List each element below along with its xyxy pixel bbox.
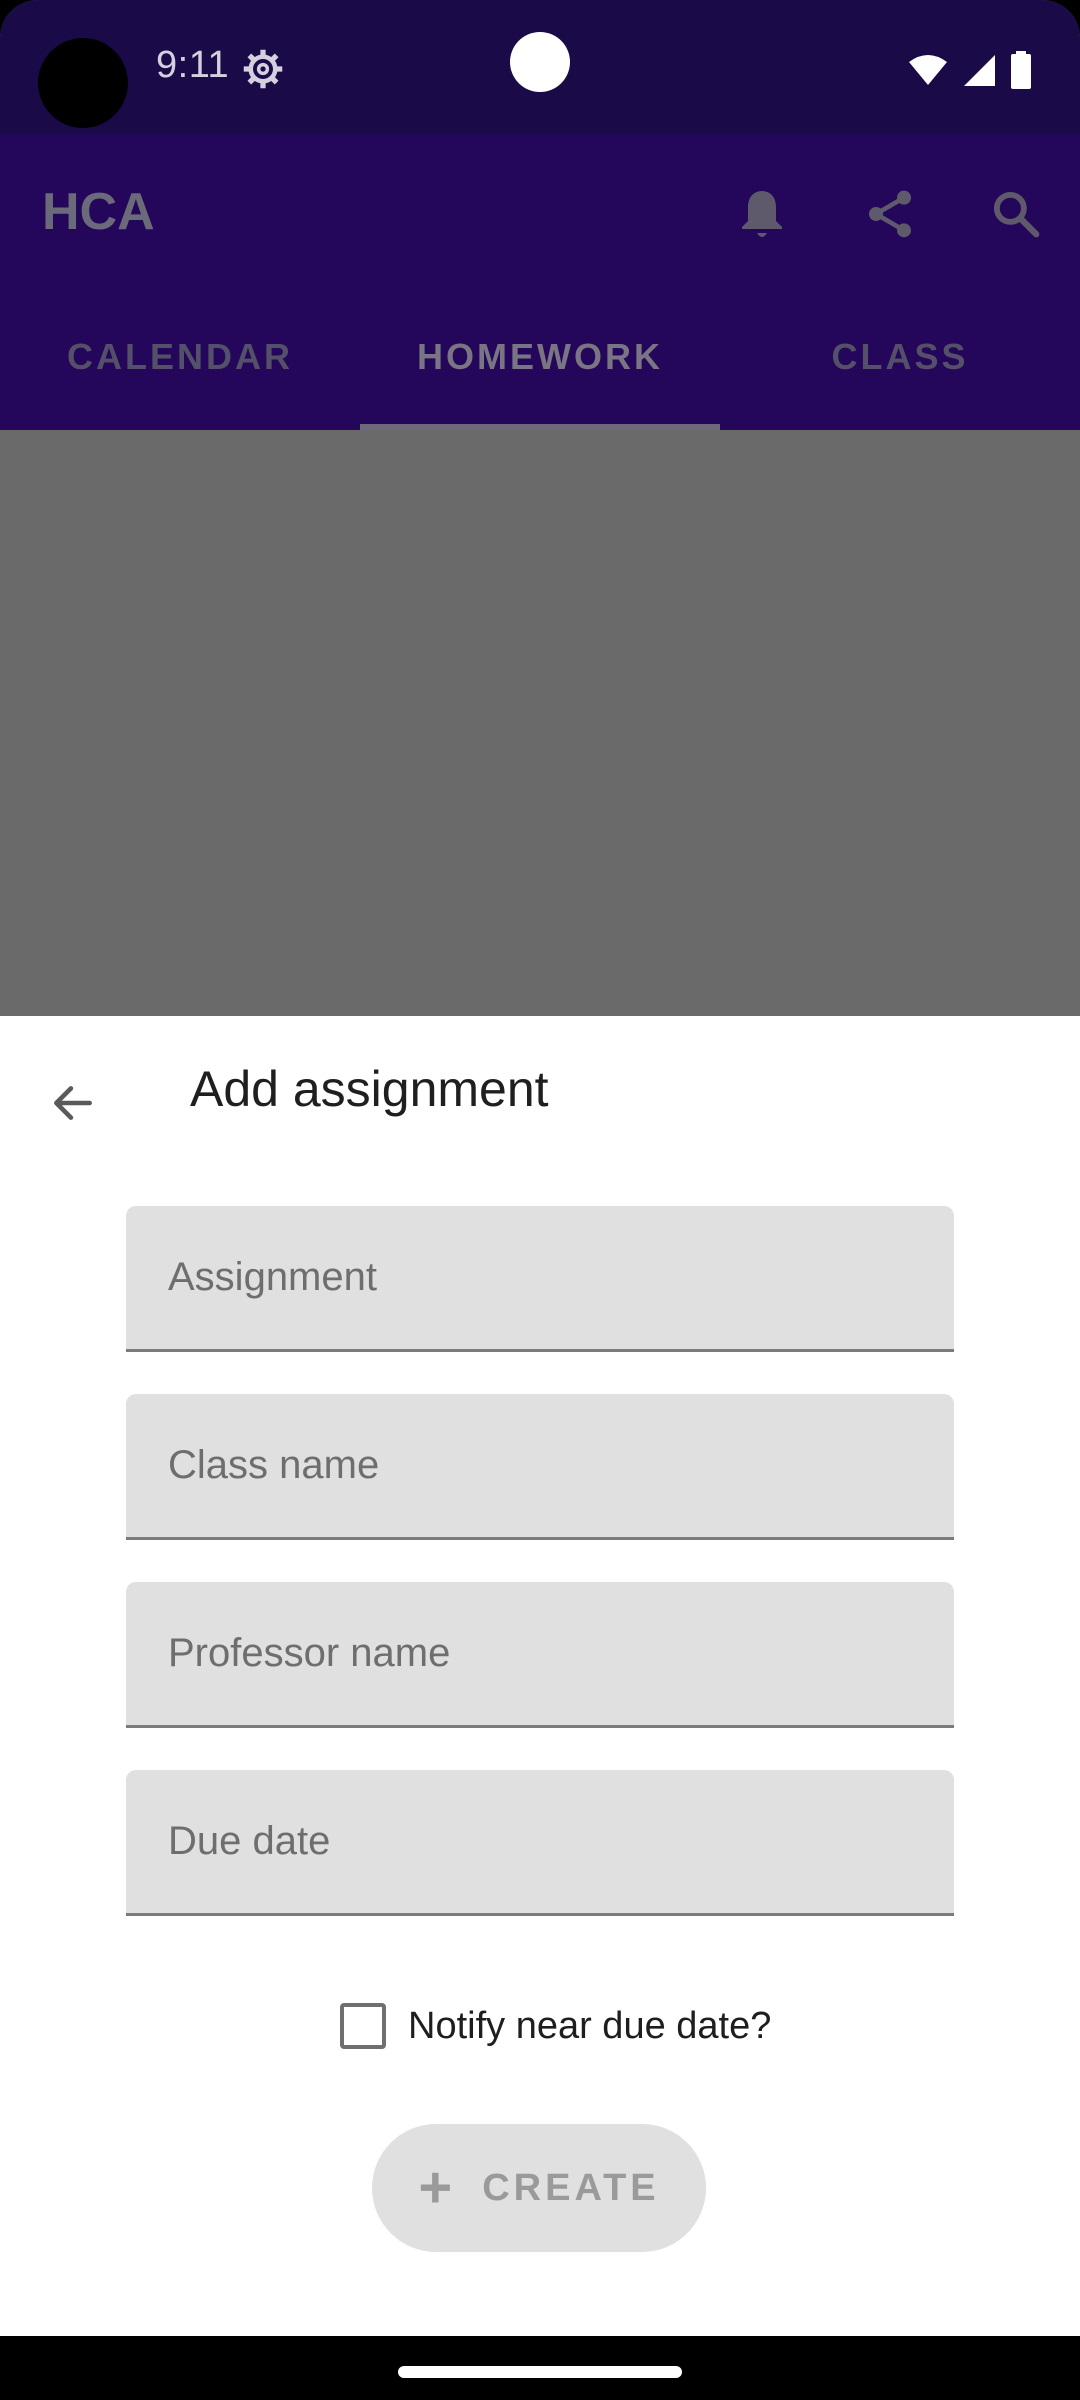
notify-label[interactable]: Notify near due date? bbox=[408, 2005, 771, 2048]
home-gesture-handle[interactable] bbox=[398, 2366, 682, 2378]
signal-icon bbox=[964, 55, 995, 86]
back-button[interactable] bbox=[28, 1058, 118, 1148]
professor-name-input[interactable] bbox=[126, 1582, 954, 1725]
search-icon bbox=[993, 191, 1040, 238]
dimmed-scrim[interactable] bbox=[0, 430, 1080, 1016]
tab-class[interactable]: CLASS bbox=[720, 284, 1080, 430]
share-icon bbox=[869, 190, 911, 238]
front-camera bbox=[510, 32, 570, 92]
add-assignment-sheet: Add assignment Notify near due date? + C… bbox=[0, 1016, 1080, 2336]
battery-icon bbox=[1011, 51, 1031, 89]
plus-icon: + bbox=[418, 2155, 453, 2220]
notifications-button[interactable] bbox=[720, 172, 804, 256]
create-label: CREATE bbox=[482, 2166, 660, 2209]
notify-checkbox[interactable] bbox=[340, 2003, 386, 2049]
status-time: 9:11 bbox=[156, 44, 230, 86]
status-bar: 9:11 bbox=[0, 0, 1080, 134]
camera-cutout bbox=[38, 38, 128, 128]
sheet-title: Add assignment bbox=[190, 1061, 549, 1117]
navigation-bar bbox=[0, 2336, 1080, 2400]
professor-name-field bbox=[126, 1582, 954, 1728]
assignment-input[interactable] bbox=[126, 1206, 954, 1349]
settings-gear-icon bbox=[243, 49, 283, 89]
bell-icon bbox=[742, 191, 782, 237]
status-icons bbox=[908, 50, 1032, 90]
app-bar: HCA CALENDAR HOMEWORK CLASS bbox=[0, 134, 1080, 430]
notify-row: Notify near due date? bbox=[340, 1994, 771, 2058]
tab-homework[interactable]: HOMEWORK bbox=[360, 284, 720, 430]
app-title: HCA bbox=[42, 183, 155, 241]
tab-bar: CALENDAR HOMEWORK CLASS bbox=[0, 284, 1080, 430]
app-screen: 9:11 HCA CALENDAR HOMEWORK CLASS Add ass… bbox=[0, 0, 1080, 2400]
arrow-back-icon bbox=[54, 1086, 92, 1120]
assignment-field bbox=[126, 1206, 954, 1352]
class-name-input[interactable] bbox=[126, 1394, 954, 1537]
share-button[interactable] bbox=[848, 172, 932, 256]
search-button[interactable] bbox=[974, 172, 1058, 256]
class-name-field bbox=[126, 1394, 954, 1540]
wifi-icon bbox=[909, 55, 947, 85]
due-date-input[interactable] bbox=[126, 1770, 954, 1913]
tab-calendar[interactable]: CALENDAR bbox=[0, 284, 360, 430]
create-button[interactable]: + CREATE bbox=[372, 2124, 706, 2252]
due-date-field bbox=[126, 1770, 954, 1916]
